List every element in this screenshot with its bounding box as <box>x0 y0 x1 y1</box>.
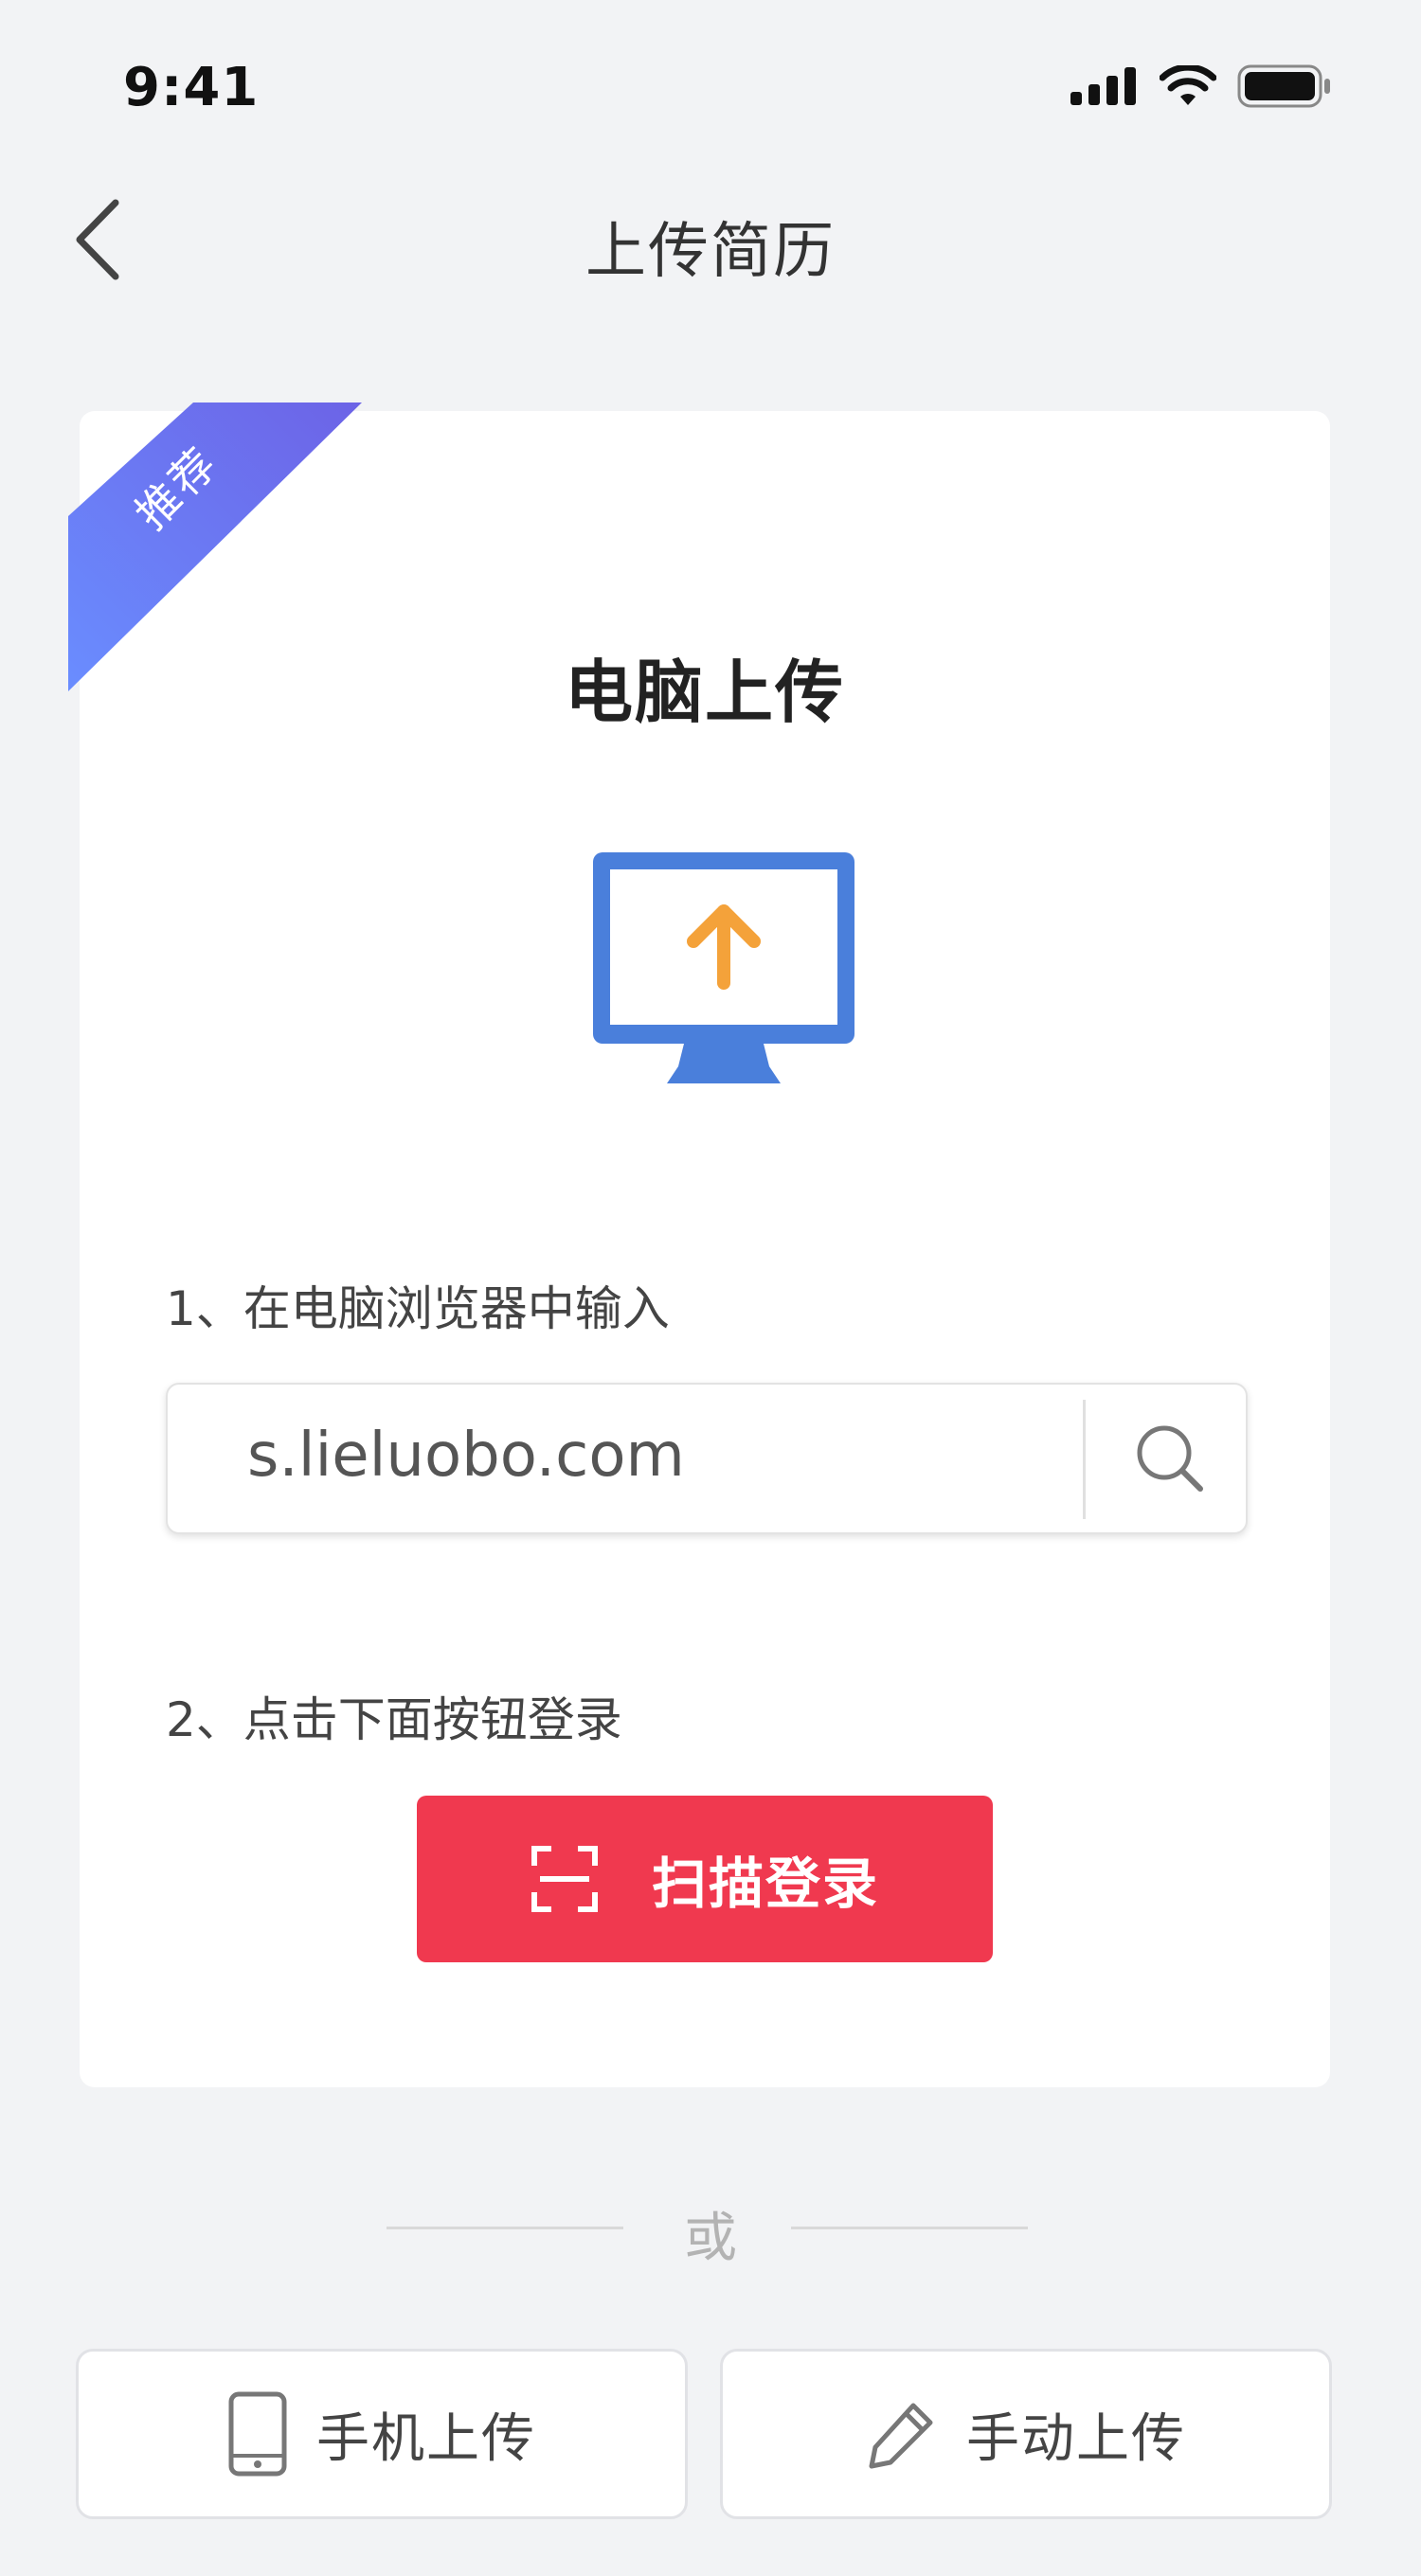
card-title: 电脑上传 <box>564 653 845 732</box>
or-divider-text: 或 <box>684 2208 737 2269</box>
url-divider <box>1083 1400 1086 1519</box>
scan-login-label: 扫描登录 <box>651 1852 879 1916</box>
signal-icon <box>1070 67 1136 105</box>
scan-icon <box>531 1846 598 1912</box>
search-icon <box>1137 1425 1203 1492</box>
status-bar: 9:41 <box>0 0 1421 180</box>
url-display-box: s.lieluobo.com <box>166 1383 1248 1534</box>
status-icons <box>1070 64 1332 108</box>
scan-login-button[interactable]: 扫描登录 <box>417 1796 993 1962</box>
url-text[interactable]: s.lieluobo.com <box>247 1421 685 1491</box>
mobile-upload-label: 手机上传 <box>316 2407 536 2470</box>
phone-icon <box>228 2391 287 2477</box>
step-1-text: 1、在电脑浏览器中输入 <box>166 1281 670 1336</box>
status-time: 9:41 <box>123 57 260 118</box>
divider-line-right <box>791 2227 1028 2229</box>
page-title: 上传简历 <box>585 217 836 287</box>
mobile-upload-button[interactable]: 手机上传 <box>76 2349 688 2519</box>
manual-upload-button[interactable]: 手动上传 <box>720 2349 1332 2519</box>
wifi-icon <box>1160 65 1216 105</box>
pencil-icon <box>869 2403 933 2469</box>
step-2-text: 2、点击下面按钮登录 <box>166 1692 622 1747</box>
search-button[interactable] <box>1092 1385 1248 1532</box>
manual-upload-label: 手动上传 <box>966 2407 1186 2470</box>
battery-icon <box>1237 64 1330 108</box>
monitor-upload-icon <box>593 852 854 1083</box>
